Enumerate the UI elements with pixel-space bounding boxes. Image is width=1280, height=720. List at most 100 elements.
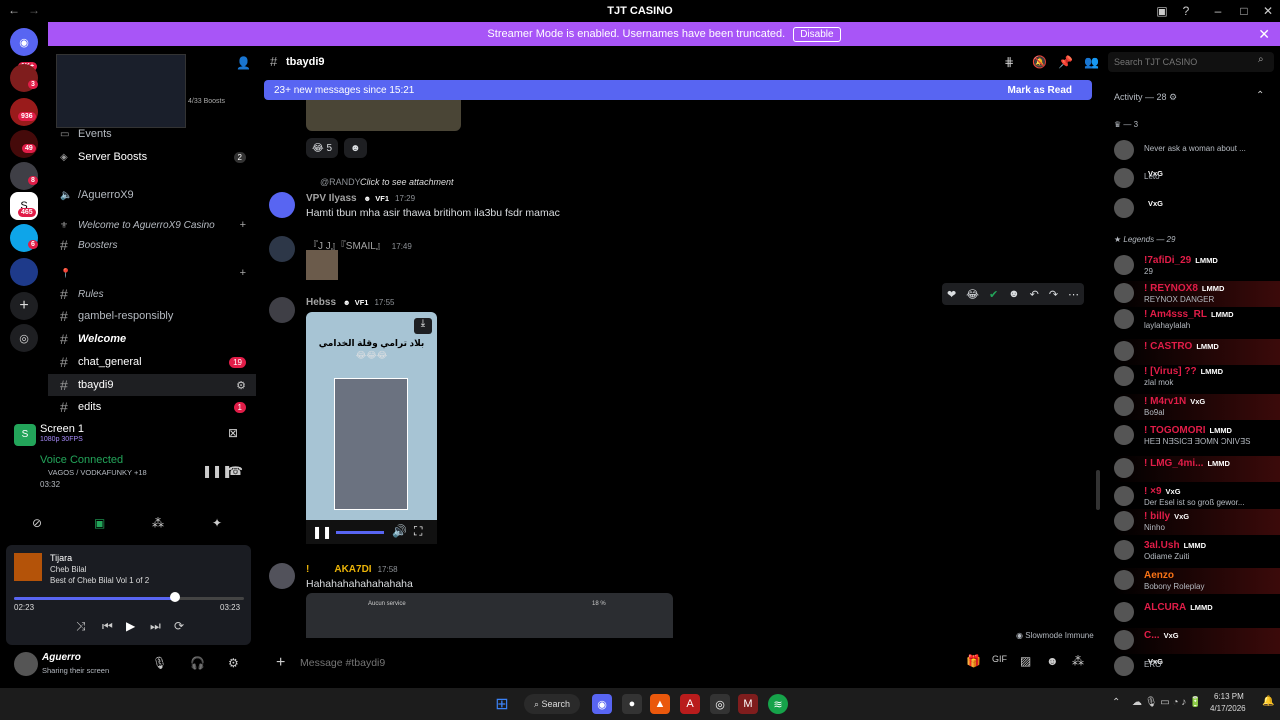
member-item[interactable]: Never ask a woman about ... (1114, 138, 1280, 164)
soundboard-icon[interactable]: ✦ (212, 516, 222, 530)
channel-aguerro[interactable]: 🔈/AguerroX9 (48, 184, 256, 206)
discover-icon[interactable]: ◎ (10, 324, 38, 352)
channel-tbaydi9[interactable]: # tbaydi9 ⚙ (48, 374, 256, 396)
sticker-icon[interactable]: ▨ (1020, 654, 1031, 668)
inbox-icon[interactable]: ▣ (1154, 3, 1170, 19)
taskbar-search[interactable]: ⌕ Search (524, 694, 580, 714)
mic-icon[interactable]: 🎙 (152, 656, 167, 670)
track-title[interactable]: Tijara (50, 553, 72, 563)
start-icon[interactable]: ⊞ (492, 694, 512, 714)
progress-track[interactable] (14, 597, 244, 600)
chat-scrollbar[interactable] (1096, 470, 1100, 510)
avatar[interactable] (269, 563, 295, 589)
github-icon[interactable]: ● (622, 694, 642, 714)
member-item[interactable]: ! Am4sss_RL LMMD laylahaylalah (1114, 307, 1280, 333)
avatar[interactable] (269, 236, 295, 262)
channel-gambel[interactable]: # gambel-responsibly (48, 305, 256, 327)
shuffle-icon[interactable]: ⤨ (76, 619, 86, 634)
message-input[interactable] (300, 654, 900, 672)
channel-welcome[interactable]: # Welcome (48, 328, 256, 350)
threads-icon[interactable]: ⋕ (1004, 55, 1014, 69)
repeat-icon[interactable]: ⟳ (174, 619, 184, 633)
channel-rules[interactable]: # Rules (48, 283, 256, 305)
member-item[interactable]: VxG Leto (1114, 166, 1280, 192)
play-icon[interactable]: ▶ (126, 619, 135, 633)
close-banner-icon[interactable]: ✕ (1258, 26, 1270, 43)
avatar[interactable] (14, 652, 38, 676)
forward-icon[interactable]: ↷ (1049, 288, 1058, 301)
emoji-icon[interactable]: ☻ (1046, 654, 1059, 668)
message-author[interactable]: VPV Ilyass ☻ VF1 17:29 (306, 193, 415, 204)
reaction-laugh[interactable]: 😂 5 (306, 138, 339, 158)
message-author[interactable]: ! AKA7DI 17:58 (306, 564, 398, 575)
activity-header[interactable]: Activity — 28 ⚙ (1114, 92, 1177, 103)
minimize-icon[interactable]: – (1210, 3, 1226, 19)
fullscreen-icon[interactable]: ⛶ (414, 524, 422, 539)
member-item[interactable]: C... VxG (1114, 628, 1280, 654)
video-progress[interactable] (336, 531, 384, 534)
member-item[interactable]: VxG ERO (1114, 654, 1280, 680)
member-item[interactable]: ! M4rv1N VxG Bo9al (1114, 394, 1280, 420)
video-player[interactable]: بلاد ترامي وقلة الخدامي 😂😂😂 ⤓ ❚❚ 🔊 ⛶ (306, 312, 437, 544)
disconnect-icon[interactable]: ☎ (228, 464, 243, 478)
apps-icon[interactable]: ⁂ (1072, 654, 1084, 668)
image-attachment[interactable] (306, 250, 338, 280)
add-reaction-icon[interactable]: ☻ (344, 138, 367, 158)
boosts-progress[interactable]: 4/33 Boosts (188, 98, 225, 105)
server-boosts-item[interactable]: ◈ Server Boosts 2 (48, 146, 256, 168)
notification-icon[interactable]: 🔔 (1262, 696, 1274, 707)
more-icon[interactable]: ⋯ (1068, 288, 1079, 301)
member-item[interactable]: ! billy VxG Ninho (1114, 509, 1280, 535)
category-welcome[interactable]: ⚜ Welcome to AguerroX9 Casino + (48, 214, 256, 236)
tray-icons[interactable]: ☁ 🎙 ▭ ◔ ♪ 🔋 (1132, 697, 1202, 708)
member-item[interactable]: ! ×9 VxG Der Esel ist so groß gewor... (1114, 484, 1280, 510)
download-icon[interactable]: ⤓ (414, 318, 432, 334)
channel-boosters[interactable]: # Boosters (48, 234, 256, 256)
message-author[interactable]: Hebss ☻ VF1 17:55 (306, 297, 395, 308)
reply-icon[interactable]: ↶ (1030, 288, 1039, 301)
progress-handle[interactable] (170, 592, 180, 602)
check-reaction-icon[interactable]: ✔ (989, 288, 998, 301)
steam-icon[interactable]: ◎ (710, 694, 730, 714)
pin-icon[interactable]: 📌 (1058, 55, 1073, 69)
member-item[interactable]: VxG (1114, 196, 1280, 222)
members-icon[interactable]: 👥 (1084, 55, 1099, 69)
collapse-icon[interactable]: ⌃ (1256, 90, 1264, 101)
member-item[interactable]: ! CASTRO LMMD (1114, 339, 1280, 365)
discord-icon[interactable]: ◉ (592, 694, 612, 714)
close-window-icon[interactable]: ✕ (1260, 3, 1276, 19)
username[interactable]: Aguerro (42, 652, 81, 663)
disable-button[interactable]: Disable (793, 26, 841, 42)
gif-icon[interactable]: GIF (992, 654, 1007, 664)
mark-as-read-button[interactable]: Mark as Read (1008, 85, 1072, 96)
volume-icon[interactable]: 🔊 (392, 524, 407, 538)
gift-icon[interactable]: 🎁 (966, 654, 981, 668)
notifications-icon[interactable]: 🔕 (1032, 55, 1047, 69)
activities-icon[interactable]: ⁂ (152, 516, 164, 530)
member-item[interactable]: ! REYNOX8 LMMD REYNOX DANGER (1114, 281, 1280, 307)
member-item[interactable]: ! [Virus] ?? LMMD zlal mok (1114, 364, 1280, 390)
avatar[interactable] (269, 192, 295, 218)
spotify-icon[interactable]: ≋ (768, 694, 788, 714)
voice-status[interactable]: Voice Connected (40, 454, 123, 466)
image-attachment[interactable] (306, 100, 461, 131)
headphones-icon[interactable]: 🎧 (190, 656, 205, 670)
heart-reaction-icon[interactable]: ❤ (947, 288, 956, 301)
server-icon-6[interactable] (10, 258, 38, 286)
channel-edits[interactable]: # edits 1 (48, 396, 256, 418)
tray-arrow-icon[interactable]: ⌃ (1112, 697, 1120, 708)
add-reaction-icon[interactable]: ☻ (1008, 288, 1020, 300)
adobe-icon[interactable]: A (680, 694, 700, 714)
channel-chat-general[interactable]: # chat_general 19 (48, 351, 256, 373)
search-input[interactable] (1108, 52, 1274, 72)
close-stream-icon[interactable]: ⊠ (228, 426, 238, 440)
add-server-icon[interactable]: + (10, 292, 38, 320)
voice-channel[interactable]: VAGOS / VODKAFUNKY +18 (48, 468, 147, 477)
stream-preview[interactable] (56, 54, 186, 128)
member-item[interactable]: ALCURA LMMD (1114, 600, 1280, 626)
member-item[interactable]: 3al.Ush LMMD Odiame Zuiti (1114, 538, 1280, 564)
reply-ref-text[interactable]: Click to see attachment (360, 177, 454, 187)
clock-time[interactable]: 6:13 PM (1214, 692, 1244, 701)
member-item[interactable]: !7afiDi_29 LMMD 29 (1114, 253, 1280, 279)
user-settings-icon[interactable]: ⚙ (228, 656, 239, 670)
